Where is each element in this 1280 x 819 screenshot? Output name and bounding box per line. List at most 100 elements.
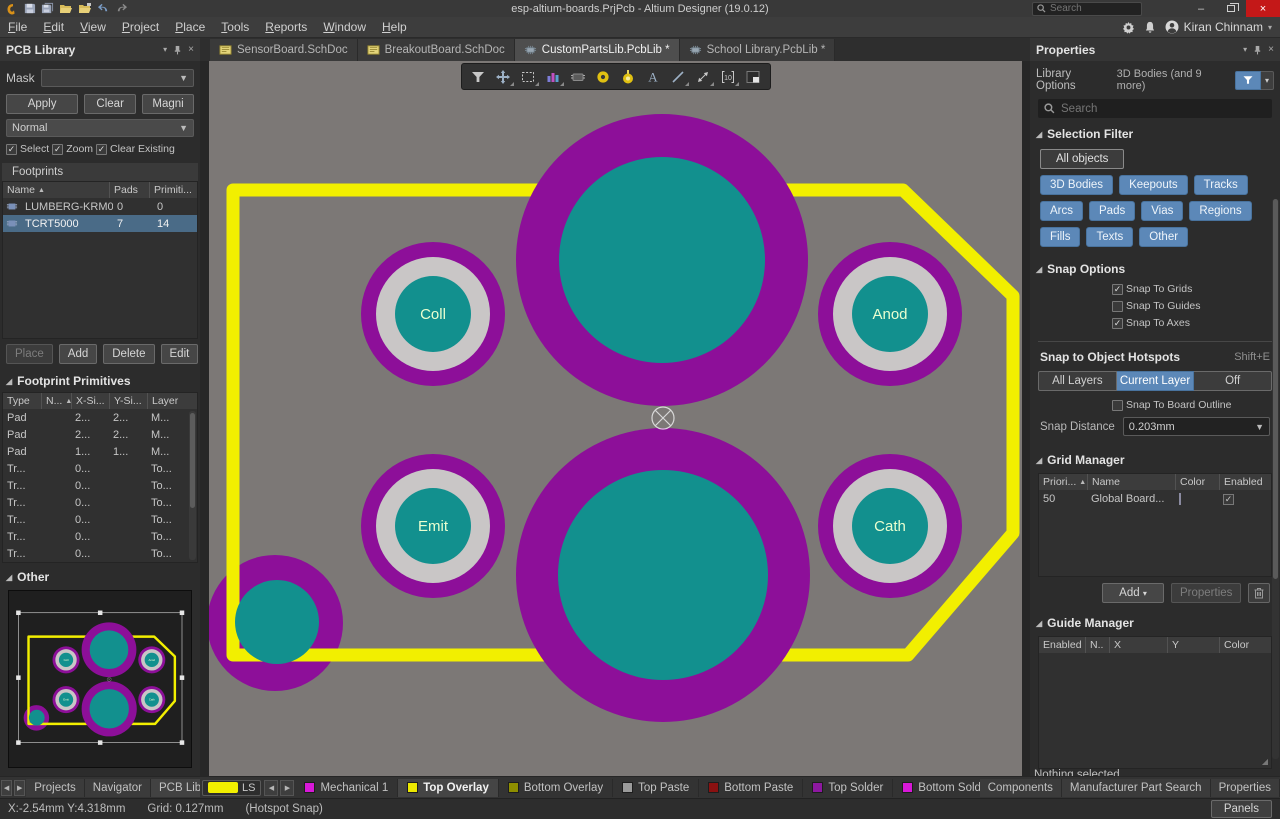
global-search-input[interactable]	[1050, 3, 1130, 14]
grid-delete-button[interactable]	[1248, 583, 1270, 603]
layers-scroll-left-icon[interactable]: ◀	[264, 780, 278, 796]
layer-tab-top-solder[interactable]: Top Solder	[803, 779, 893, 797]
add-button[interactable]: Add	[59, 344, 97, 364]
undo-icon[interactable]	[97, 3, 110, 15]
check-zoom[interactable]: ✓Zoom	[52, 143, 93, 155]
other-section[interactable]: ◢ Other	[0, 563, 200, 588]
footprint-row-lumberg-krm08[interactable]: LUMBERG-KRM0800	[3, 198, 197, 215]
footprint-row-tcrt5000[interactable]: TCRT5000714	[3, 215, 197, 232]
check-snap-to-board-outline[interactable]: Snap To Board Outline	[1112, 399, 1280, 411]
menu-file[interactable]: File	[0, 18, 35, 36]
place-button[interactable]: Place	[6, 344, 53, 364]
scroll-right-icon[interactable]: ▶	[14, 780, 25, 796]
mask-combobox[interactable]: ▼	[41, 69, 194, 87]
filter-3d-bodies[interactable]: 3D Bodies	[1040, 175, 1113, 195]
selection-filter-section[interactable]: ◢ Selection Filter	[1030, 120, 1280, 145]
settings-gear-icon[interactable]	[1122, 21, 1135, 34]
save-icon[interactable]	[23, 2, 36, 15]
pcb-editor-canvas[interactable]: CollAnodEmitCath A10	[209, 61, 1022, 776]
layers-scroll-right-icon[interactable]: ▶	[280, 780, 294, 796]
bottom-tab-navigator[interactable]: Navigator	[85, 779, 151, 797]
grid-add-button[interactable]: Add ▾	[1102, 583, 1164, 603]
footprint-primitives-section[interactable]: ◢ Footprint Primitives	[0, 367, 200, 392]
snap-options-section[interactable]: ◢ Snap Options	[1030, 255, 1280, 280]
layer-tab-top-paste[interactable]: Top Paste	[613, 779, 699, 797]
all-objects-button[interactable]: All objects	[1040, 149, 1124, 169]
panel-close-icon[interactable]: ×	[1268, 44, 1274, 55]
line-tool-icon[interactable]	[667, 66, 690, 87]
restore-button[interactable]	[1216, 0, 1246, 17]
menu-help[interactable]: Help	[374, 18, 415, 36]
filter-dropdown-icon[interactable]: ▾	[1261, 71, 1274, 90]
filter-fills[interactable]: Fills	[1040, 227, 1080, 247]
layer-tab-bottom-paste[interactable]: Bottom Paste	[699, 779, 803, 797]
document-tab-2[interactable]: CustomPartsLib.PcbLib *	[515, 39, 680, 61]
panel-menu-icon[interactable]: ▾	[1243, 45, 1247, 54]
grid-color-swatch[interactable]	[1179, 493, 1181, 505]
check-clear-existing[interactable]: ✓Clear Existing	[96, 143, 175, 155]
filter-keepouts[interactable]: Keepouts	[1119, 175, 1188, 195]
document-tab-0[interactable]: SensorBoard.SchDoc	[210, 39, 358, 61]
hotspot-option-all-layers[interactable]: All Layers	[1038, 371, 1117, 391]
menu-window[interactable]: Window	[315, 18, 374, 36]
menu-tools[interactable]: Tools	[213, 18, 257, 36]
menu-reports[interactable]: Reports	[257, 18, 315, 36]
move-tool-icon[interactable]	[492, 66, 515, 87]
primitives-table-header[interactable]: Type N...▲ X-Si... Y-Si... Layer	[3, 393, 197, 409]
mode-combobox[interactable]: Normal▼	[6, 119, 194, 137]
primitive-row[interactable]: Tr...0...To...	[3, 545, 197, 562]
pin-icon[interactable]	[1253, 45, 1262, 55]
footprint-preview[interactable]: CollAnodEmitCath	[8, 590, 192, 768]
filter-regions[interactable]: Regions	[1189, 201, 1251, 221]
filter-arcs[interactable]: Arcs	[1040, 201, 1083, 221]
panels-button[interactable]: Panels	[1211, 800, 1272, 818]
menu-edit[interactable]: Edit	[35, 18, 72, 36]
pad-label[interactable]: Coll	[420, 306, 446, 323]
bottom-tab-manufacturer-part-search[interactable]: Manufacturer Part Search	[1062, 779, 1211, 797]
grid-row-50[interactable]: 50Global Board...✓	[1039, 490, 1271, 507]
properties-search-input[interactable]	[1061, 103, 1241, 115]
layer-tab-bottom-overlay[interactable]: Bottom Overlay	[499, 779, 613, 797]
pad-tool-icon[interactable]	[592, 66, 615, 87]
properties-search[interactable]	[1038, 99, 1272, 118]
global-search[interactable]	[1032, 2, 1142, 16]
big-pad-inner[interactable]	[559, 157, 765, 363]
filter-pads[interactable]: Pads	[1089, 201, 1135, 221]
select-rect-tool-icon[interactable]	[517, 66, 540, 87]
redo-icon[interactable]	[115, 3, 128, 15]
panel-splitter[interactable]	[1022, 61, 1030, 776]
text-tool-icon[interactable]: A	[642, 66, 665, 87]
layer-set-widget[interactable]: LS	[202, 780, 261, 796]
filter-other[interactable]: Other	[1139, 227, 1188, 247]
delete-button[interactable]: Delete	[103, 344, 154, 364]
grid-manager-section[interactable]: ◢ Grid Manager	[1030, 446, 1280, 471]
bottom-tab-pcb-library[interactable]: PCB Library	[151, 779, 200, 797]
layer-tab-bottom-solder[interactable]: Bottom Solder	[893, 779, 979, 797]
primitives-scrollbar[interactable]	[189, 411, 196, 560]
apply-button[interactable]: Apply	[6, 94, 78, 114]
menu-view[interactable]: View	[72, 18, 114, 36]
primitive-row[interactable]: Pad2...2...M...	[3, 426, 197, 443]
bottom-tab-properties[interactable]: Properties	[1211, 779, 1280, 797]
panel-splitter[interactable]	[200, 61, 209, 776]
primitive-row[interactable]: Tr...0...To...	[3, 460, 197, 477]
primitive-row[interactable]: Tr...0...To...	[3, 477, 197, 494]
bottom-tab-projects[interactable]: Projects	[26, 779, 85, 797]
document-tab-3[interactable]: School Library.PcbLib *	[680, 39, 836, 61]
check-select[interactable]: ✓Select	[6, 143, 49, 155]
filter-vias[interactable]: Vias	[1141, 201, 1183, 221]
primitive-row[interactable]: Tr...0...To...	[3, 528, 197, 545]
snap-distance-combobox[interactable]: 0.203mm▼	[1123, 417, 1270, 436]
pin-icon[interactable]	[173, 45, 182, 55]
clear-button[interactable]: Clear	[84, 94, 136, 114]
bottom-tab-components[interactable]: Components	[980, 779, 1062, 797]
open-project-icon[interactable]	[78, 2, 92, 15]
close-button[interactable]: ×	[1246, 0, 1280, 17]
magnify-button[interactable]: Magni	[142, 94, 194, 114]
properties-scrollbar[interactable]	[1272, 199, 1279, 759]
hotspot-option-current-layer[interactable]: Current Layer	[1117, 371, 1195, 391]
open-folder-icon[interactable]	[59, 2, 73, 15]
primitive-row[interactable]: Tr...0...To...	[3, 511, 197, 528]
layer-tab-top-overlay[interactable]: Top Overlay	[398, 779, 499, 797]
object-filter-button[interactable]	[1235, 71, 1261, 90]
